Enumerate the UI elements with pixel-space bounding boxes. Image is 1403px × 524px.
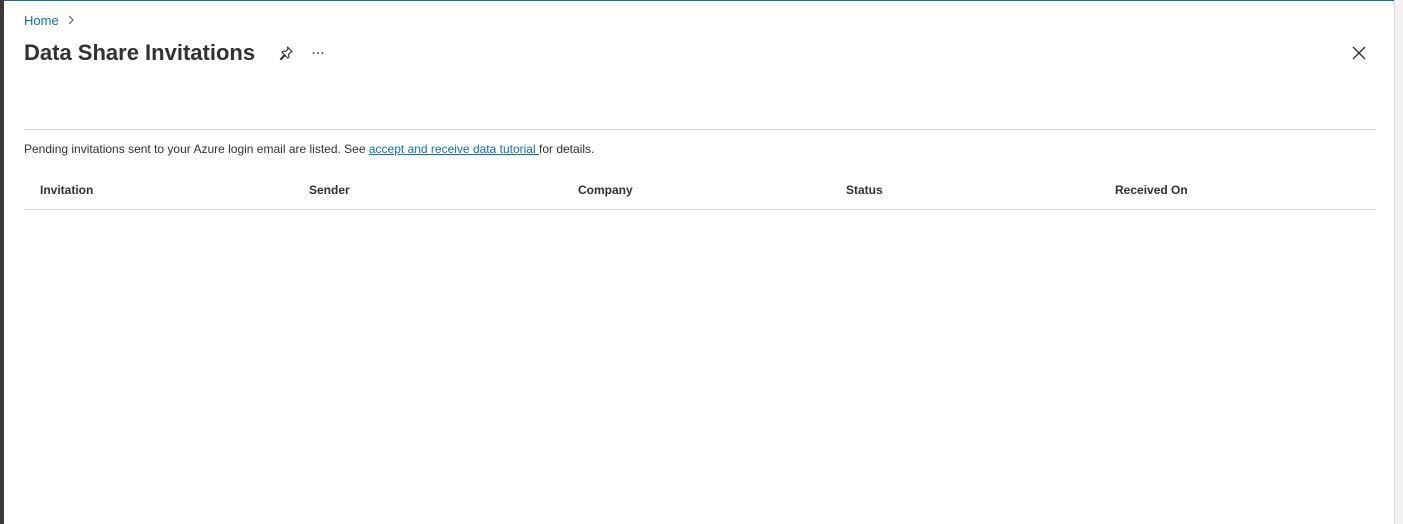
column-header-status[interactable]: Status xyxy=(846,183,883,197)
pin-icon[interactable] xyxy=(275,42,297,64)
breadcrumb-home-link[interactable]: Home xyxy=(24,13,59,28)
title-row: Data Share Invitations xyxy=(24,37,329,69)
table-header: Invitation Sender Company Status Receive… xyxy=(24,173,1376,210)
page-title: Data Share Invitations xyxy=(24,40,256,65)
chevron-right-icon xyxy=(66,15,76,25)
info-prefix: Pending invitations sent to your Azure l… xyxy=(24,142,369,156)
column-header-invitation[interactable]: Invitation xyxy=(40,183,93,197)
tutorial-link[interactable]: accept and receive data tutorial xyxy=(369,142,539,156)
header-divider xyxy=(24,129,1376,130)
column-header-sender[interactable]: Sender xyxy=(309,183,350,197)
window-left-edge xyxy=(0,0,4,524)
info-suffix: for details. xyxy=(538,142,595,156)
window-top-accent xyxy=(4,0,1403,1)
scrollbar-rail[interactable] xyxy=(1394,0,1403,524)
column-header-company[interactable]: Company xyxy=(578,183,633,197)
breadcrumb: Home xyxy=(24,11,76,29)
ellipsis-icon[interactable] xyxy=(307,42,329,64)
close-icon[interactable] xyxy=(1348,42,1370,64)
info-text: Pending invitations sent to your Azure l… xyxy=(24,142,594,156)
column-header-received-on[interactable]: Received On xyxy=(1115,183,1188,197)
